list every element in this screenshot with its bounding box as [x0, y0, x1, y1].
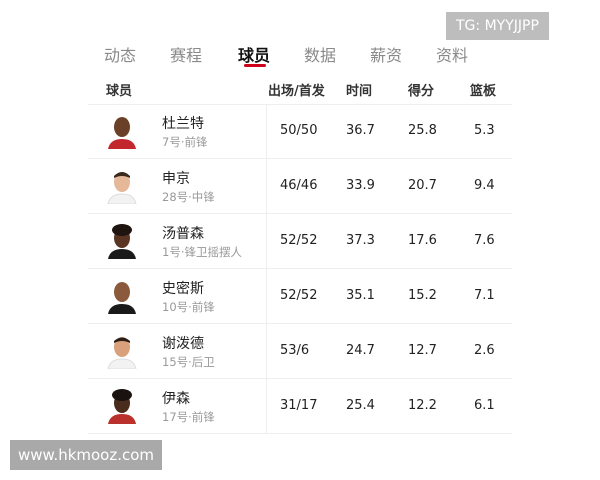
player-name: 史密斯 [162, 281, 204, 297]
tab-profile[interactable]: 资料 [436, 42, 468, 66]
header-player: 球员 [106, 84, 133, 99]
player-cell: 杜兰特 7号·前锋 [88, 104, 267, 158]
player-avatar [108, 117, 136, 149]
watermark-bottom: www.hkmooz.com [10, 440, 163, 470]
tab-salary[interactable]: 薪资 [370, 42, 402, 66]
table-row[interactable]: 史密斯 10号·前锋 52/52 35.1 15.2 7.1 [88, 269, 512, 324]
watermark-top: TG: MYYJJPP [446, 12, 549, 40]
player-cell: 谢泼德 15号·后卫 [88, 324, 267, 378]
table-row[interactable]: 汤普森 1号·锋卫摇摆人 52/52 37.3 17.6 7.6 [88, 214, 512, 269]
tab-news[interactable]: 动态 [104, 42, 136, 66]
player-name: 杜兰特 [162, 116, 204, 132]
points-value: 20.7 [408, 178, 437, 193]
rebounds-value: 2.6 [474, 343, 495, 358]
points-value: 17.6 [408, 233, 437, 248]
player-number-position: 28号·中锋 [162, 190, 215, 204]
player-avatar [108, 224, 136, 259]
player-number-position: 17号·前锋 [162, 410, 215, 424]
time-value: 37.3 [346, 233, 375, 248]
header-rebounds: 篮板 [470, 84, 497, 99]
header-time: 时间 [346, 84, 373, 99]
table-row[interactable]: 申京 28号·中锋 46/46 33.9 20.7 9.4 [88, 159, 512, 214]
rebounds-value: 5.3 [474, 123, 495, 138]
player-avatar [107, 337, 137, 369]
table-row[interactable]: 杜兰特 7号·前锋 50/50 36.7 25.8 5.3 [88, 104, 512, 159]
games-value: 52/52 [280, 233, 318, 248]
games-value: 50/50 [280, 123, 318, 138]
points-value: 25.8 [408, 123, 437, 138]
player-cell: 申京 28号·中锋 [88, 159, 267, 213]
player-number-position: 10号·前锋 [162, 300, 215, 314]
time-value: 24.7 [346, 343, 375, 358]
roster-panel: 动态 赛程 球员 数据 薪资 资料 球员 出场/首发 时间 得分 篮板 杜兰特 … [88, 28, 512, 440]
games-value: 53/6 [280, 343, 310, 358]
table-row[interactable]: 伊森 17号·前锋 31/17 25.4 12.2 6.1 [88, 379, 512, 434]
table-header: 球员 出场/首发 时间 得分 篮板 [88, 74, 512, 105]
rebounds-value: 7.6 [474, 233, 495, 248]
player-avatar [108, 389, 136, 424]
player-number-position: 15号·后卫 [162, 355, 215, 369]
time-value: 33.9 [346, 178, 375, 193]
player-name: 申京 [162, 171, 190, 187]
points-value: 12.7 [408, 343, 437, 358]
tab-stats[interactable]: 数据 [304, 42, 336, 66]
player-name: 伊森 [162, 391, 190, 407]
games-value: 52/52 [280, 288, 318, 303]
rebounds-value: 6.1 [474, 398, 495, 413]
points-value: 12.2 [408, 398, 437, 413]
tab-players[interactable]: 球员 [238, 42, 270, 66]
games-value: 31/17 [280, 398, 318, 413]
rebounds-value: 9.4 [474, 178, 495, 193]
player-cell: 史密斯 10号·前锋 [88, 269, 267, 323]
time-value: 36.7 [346, 123, 375, 138]
tab-schedule[interactable]: 赛程 [170, 42, 202, 66]
player-number-position: 1号·锋卫摇摆人 [162, 245, 242, 259]
player-avatar [107, 172, 137, 204]
time-value: 25.4 [346, 398, 375, 413]
player-avatar [108, 282, 136, 314]
games-value: 46/46 [280, 178, 318, 193]
player-table: 杜兰特 7号·前锋 50/50 36.7 25.8 5.3 申京 28号·中锋 … [88, 104, 512, 434]
player-name: 谢泼德 [162, 336, 204, 352]
rebounds-value: 7.1 [474, 288, 495, 303]
player-cell: 汤普森 1号·锋卫摇摆人 [88, 214, 267, 268]
points-value: 15.2 [408, 288, 437, 303]
header-games: 出场/首发 [268, 84, 325, 99]
table-row[interactable]: 谢泼德 15号·后卫 53/6 24.7 12.7 2.6 [88, 324, 512, 379]
player-number-position: 7号·前锋 [162, 135, 208, 149]
player-cell: 伊森 17号·前锋 [88, 379, 267, 433]
player-name: 汤普森 [162, 226, 204, 242]
time-value: 35.1 [346, 288, 375, 303]
header-points: 得分 [408, 84, 435, 99]
active-tab-indicator [244, 64, 266, 67]
